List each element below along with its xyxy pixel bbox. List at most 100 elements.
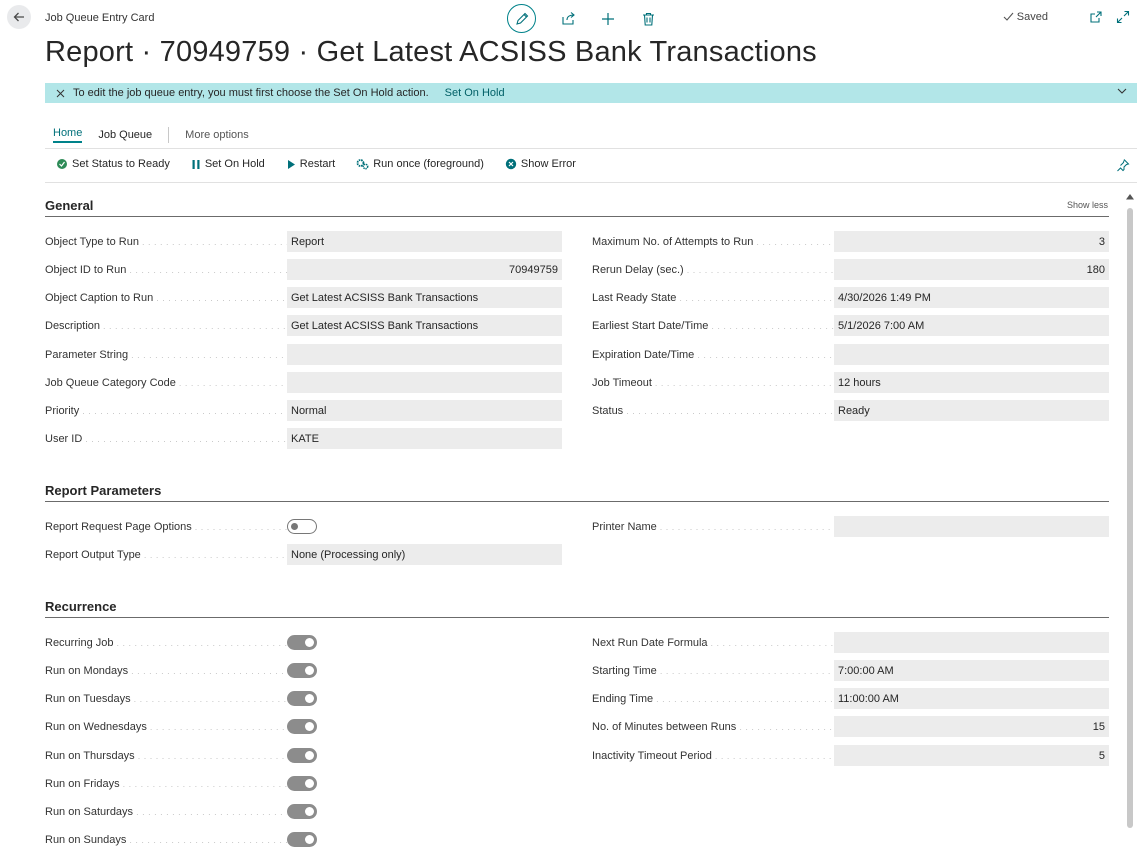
run-on-wednesdays-toggle[interactable] [287, 719, 317, 734]
run-on-fridays-toggle[interactable] [287, 776, 317, 791]
tab-more-options[interactable]: More options [185, 129, 249, 141]
vertical-scrollbar[interactable] [1125, 193, 1135, 843]
action-bar-divider [45, 182, 1137, 183]
back-button[interactable] [7, 5, 31, 29]
field-value[interactable]: 15 [834, 716, 1109, 737]
field-run-on-mondays: Run on Mondays [45, 660, 317, 681]
set-status-ready-label: Set Status to Ready [72, 158, 170, 170]
run-once-button[interactable]: Run once (foreground) [356, 158, 484, 170]
run-on-thursdays-toggle[interactable] [287, 748, 317, 763]
field-next-run-date-formula: Next Run Date Formula [592, 632, 1109, 653]
tab-home[interactable]: Home [53, 127, 83, 143]
field-inactivity-timeout: Inactivity Timeout Period 5 [592, 745, 1109, 766]
field-value[interactable]: 180 [834, 259, 1109, 280]
scroll-up-arrow-icon[interactable] [1126, 193, 1134, 200]
banner-expand-button[interactable] [1117, 88, 1127, 95]
field-earliest-start: Earliest Start Date/Time 5/1/2026 7:00 A… [592, 315, 1109, 336]
field-label: Run on Sundays [45, 834, 287, 846]
saved-label: Saved [1016, 11, 1048, 23]
field-value[interactable]: 7:00:00 AM [834, 660, 1109, 681]
report-output-type-select[interactable]: None (Processing only) [287, 544, 562, 565]
field-label: Printer Name [592, 521, 834, 533]
field-run-on-saturdays: Run on Saturdays [45, 801, 317, 822]
section-general-title[interactable]: General [45, 198, 93, 213]
scrollbar-thumb[interactable] [1127, 208, 1133, 828]
field-value[interactable]: 5/1/2026 7:00 AM [834, 315, 1109, 336]
expand-icon [1116, 10, 1130, 24]
field-expiration: Expiration Date/Time [592, 344, 1109, 365]
field-value[interactable]: 3 [834, 231, 1109, 252]
field-label: Run on Fridays [45, 778, 287, 790]
show-error-button[interactable]: Show Error [505, 158, 576, 170]
restart-label: Restart [299, 158, 336, 170]
expand-button[interactable] [1116, 10, 1130, 24]
field-object-id: Object ID to Run 70949759 [45, 259, 562, 280]
gears-icon [356, 159, 369, 170]
field-label: Run on Thursdays [45, 750, 287, 762]
field-ending-time: Ending Time 11:00:00 AM [592, 688, 1109, 709]
restart-button[interactable]: Restart [286, 158, 335, 170]
report-request-page-options-toggle[interactable] [287, 519, 317, 534]
tab-job-queue[interactable]: Job Queue [98, 129, 152, 141]
field-priority: Priority Normal [45, 400, 562, 421]
open-new-window-button[interactable] [1089, 10, 1103, 24]
field-value[interactable]: Ready [834, 400, 1109, 421]
field-label: Earliest Start Date/Time [592, 320, 834, 332]
delete-button[interactable] [640, 11, 656, 27]
field-value[interactable]: Report [287, 231, 562, 252]
run-on-mondays-toggle[interactable] [287, 663, 317, 678]
set-status-ready-button[interactable]: Set Status to Ready [56, 158, 170, 170]
run-on-sundays-toggle[interactable] [287, 832, 317, 847]
field-value[interactable]: 70949759 [287, 259, 562, 280]
field-report-output-type: Report Output Type None (Processing only… [45, 544, 562, 565]
field-value[interactable]: Get Latest ACSISS Bank Transactions [287, 287, 562, 308]
field-label: User ID [45, 433, 287, 445]
banner-set-on-hold-link[interactable]: Set On Hold [445, 87, 505, 99]
field-value[interactable] [834, 344, 1109, 365]
plus-icon [602, 12, 614, 25]
run-on-tuesdays-toggle[interactable] [287, 691, 317, 706]
new-button[interactable] [600, 11, 616, 27]
saved-status: Saved [1003, 11, 1048, 23]
field-label: Object Caption to Run [45, 292, 287, 304]
field-rerun-delay: Rerun Delay (sec.) 180 [592, 259, 1109, 280]
pause-icon [192, 159, 200, 169]
run-on-saturdays-toggle[interactable] [287, 804, 317, 819]
page-title: Report · 70949759 · Get Latest ACSISS Ba… [45, 36, 817, 68]
field-value[interactable]: KATE [287, 428, 562, 449]
field-value[interactable]: 4/30/2026 1:49 PM [834, 287, 1109, 308]
section-recurrence-title[interactable]: Recurrence [45, 599, 117, 614]
pin-icon [1117, 159, 1130, 172]
field-value[interactable]: 12 hours [834, 372, 1109, 393]
field-description: Description Get Latest ACSISS Bank Trans… [45, 315, 562, 336]
field-label: Object Type to Run [45, 236, 287, 248]
pin-action-bar-button[interactable] [1116, 158, 1130, 172]
field-value[interactable]: 11:00:00 AM [834, 688, 1109, 709]
tabs-divider [45, 148, 1137, 149]
banner-close-button[interactable] [56, 89, 65, 98]
set-on-hold-button[interactable]: Set On Hold [191, 158, 265, 170]
field-label: Description [45, 320, 287, 332]
field-value[interactable]: 5 [834, 745, 1109, 766]
field-value[interactable] [287, 344, 562, 365]
section-report-parameters-title[interactable]: Report Parameters [45, 483, 161, 498]
field-value[interactable] [287, 372, 562, 393]
field-label: Inactivity Timeout Period [592, 750, 834, 762]
field-value[interactable] [834, 632, 1109, 653]
field-value[interactable]: Get Latest ACSISS Bank Transactions [287, 315, 562, 336]
field-run-on-thursdays: Run on Thursdays [45, 745, 317, 766]
field-label: Last Ready State [592, 292, 834, 304]
share-button[interactable] [560, 11, 576, 27]
field-run-on-sundays: Run on Sundays [45, 829, 317, 850]
field-label: Status [592, 405, 834, 417]
field-value[interactable]: Normal [287, 400, 562, 421]
edit-button[interactable] [507, 4, 536, 33]
recurring-job-toggle[interactable] [287, 635, 317, 650]
field-starting-time: Starting Time 7:00:00 AM [592, 660, 1109, 681]
show-less-link[interactable]: Show less [1067, 200, 1108, 210]
field-max-attempts: Maximum No. of Attempts to Run 3 [592, 231, 1109, 252]
field-label: Job Queue Category Code [45, 377, 287, 389]
field-value[interactable] [834, 516, 1109, 537]
field-user-id: User ID KATE [45, 428, 562, 449]
show-error-label: Show Error [520, 158, 576, 170]
